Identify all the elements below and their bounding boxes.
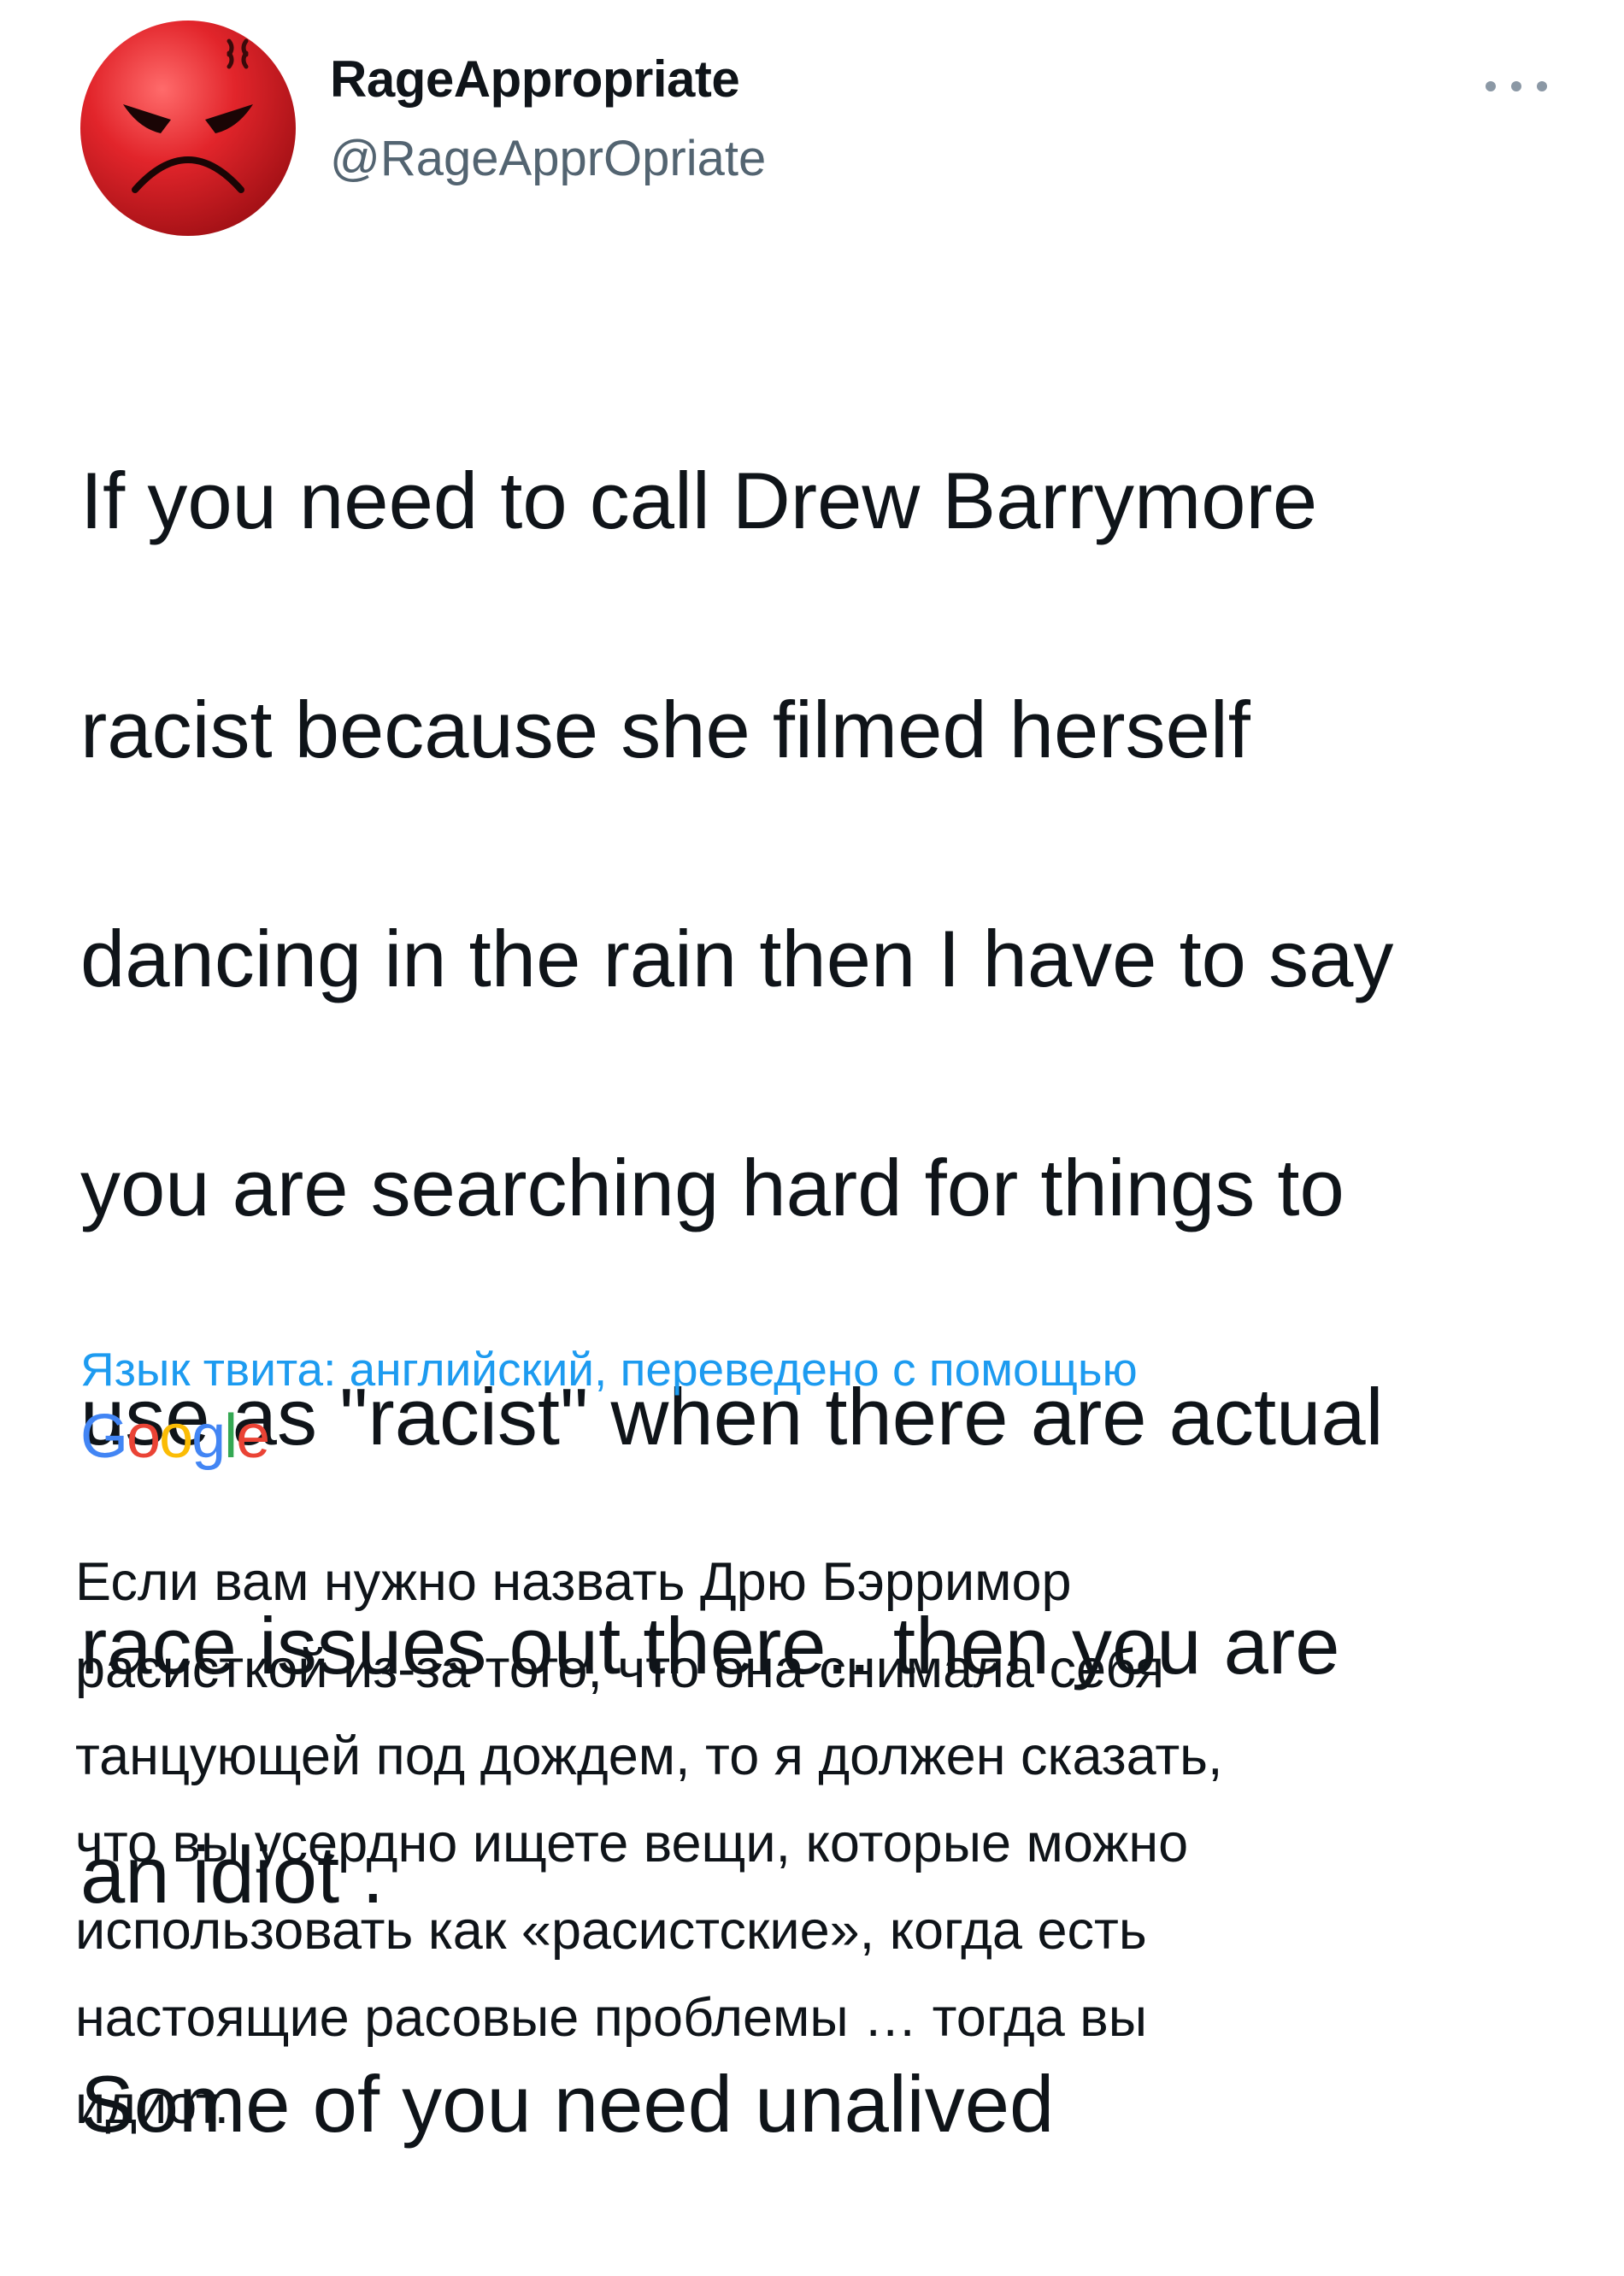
translated-line: что вы усердно ищете вещи, которые можно <box>75 1814 1189 1873</box>
dot <box>1486 81 1496 91</box>
tweet-line: you are searching hard for things to <box>80 1143 1345 1232</box>
avatar[interactable] <box>79 19 297 238</box>
translated-line: использовать как «расистские», когда ест… <box>75 1901 1147 1961</box>
translated-line: идиот. <box>75 2075 230 2135</box>
author-name[interactable]: RageAppropriate <box>330 50 740 109</box>
author-handle[interactable]: @RageApprOpriate <box>330 130 766 187</box>
tweet-line: racist because she filmed herself <box>80 685 1250 774</box>
dot <box>1537 81 1547 91</box>
translated-text: Если вам нужно назвать Дрю Бэрримор раси… <box>75 1538 1605 2149</box>
translated-line: танцующей под дождем, то я должен сказат… <box>75 1726 1223 1786</box>
translation-notice-link[interactable]: Язык твита: английский, переведено с пом… <box>80 1342 1138 1397</box>
translated-line: Если вам нужно назвать Дрю Бэрримор <box>75 1552 1072 1612</box>
translated-line: расисткой из-за того, что она снимала се… <box>75 1639 1165 1699</box>
tweet-card: RageAppropriate @RageApprOpriate If you … <box>0 0 1624 2149</box>
translated-line: настоящие расовые проблемы … тогда вы <box>75 1988 1148 2048</box>
dot <box>1511 81 1521 91</box>
tweet-line: dancing in the rain then I have to say <box>80 914 1394 1003</box>
tweet-line: If you need to call Drew Barrymore <box>80 456 1318 545</box>
more-dots-icon[interactable] <box>1486 65 1547 108</box>
google-logo: Google <box>80 1403 270 1471</box>
